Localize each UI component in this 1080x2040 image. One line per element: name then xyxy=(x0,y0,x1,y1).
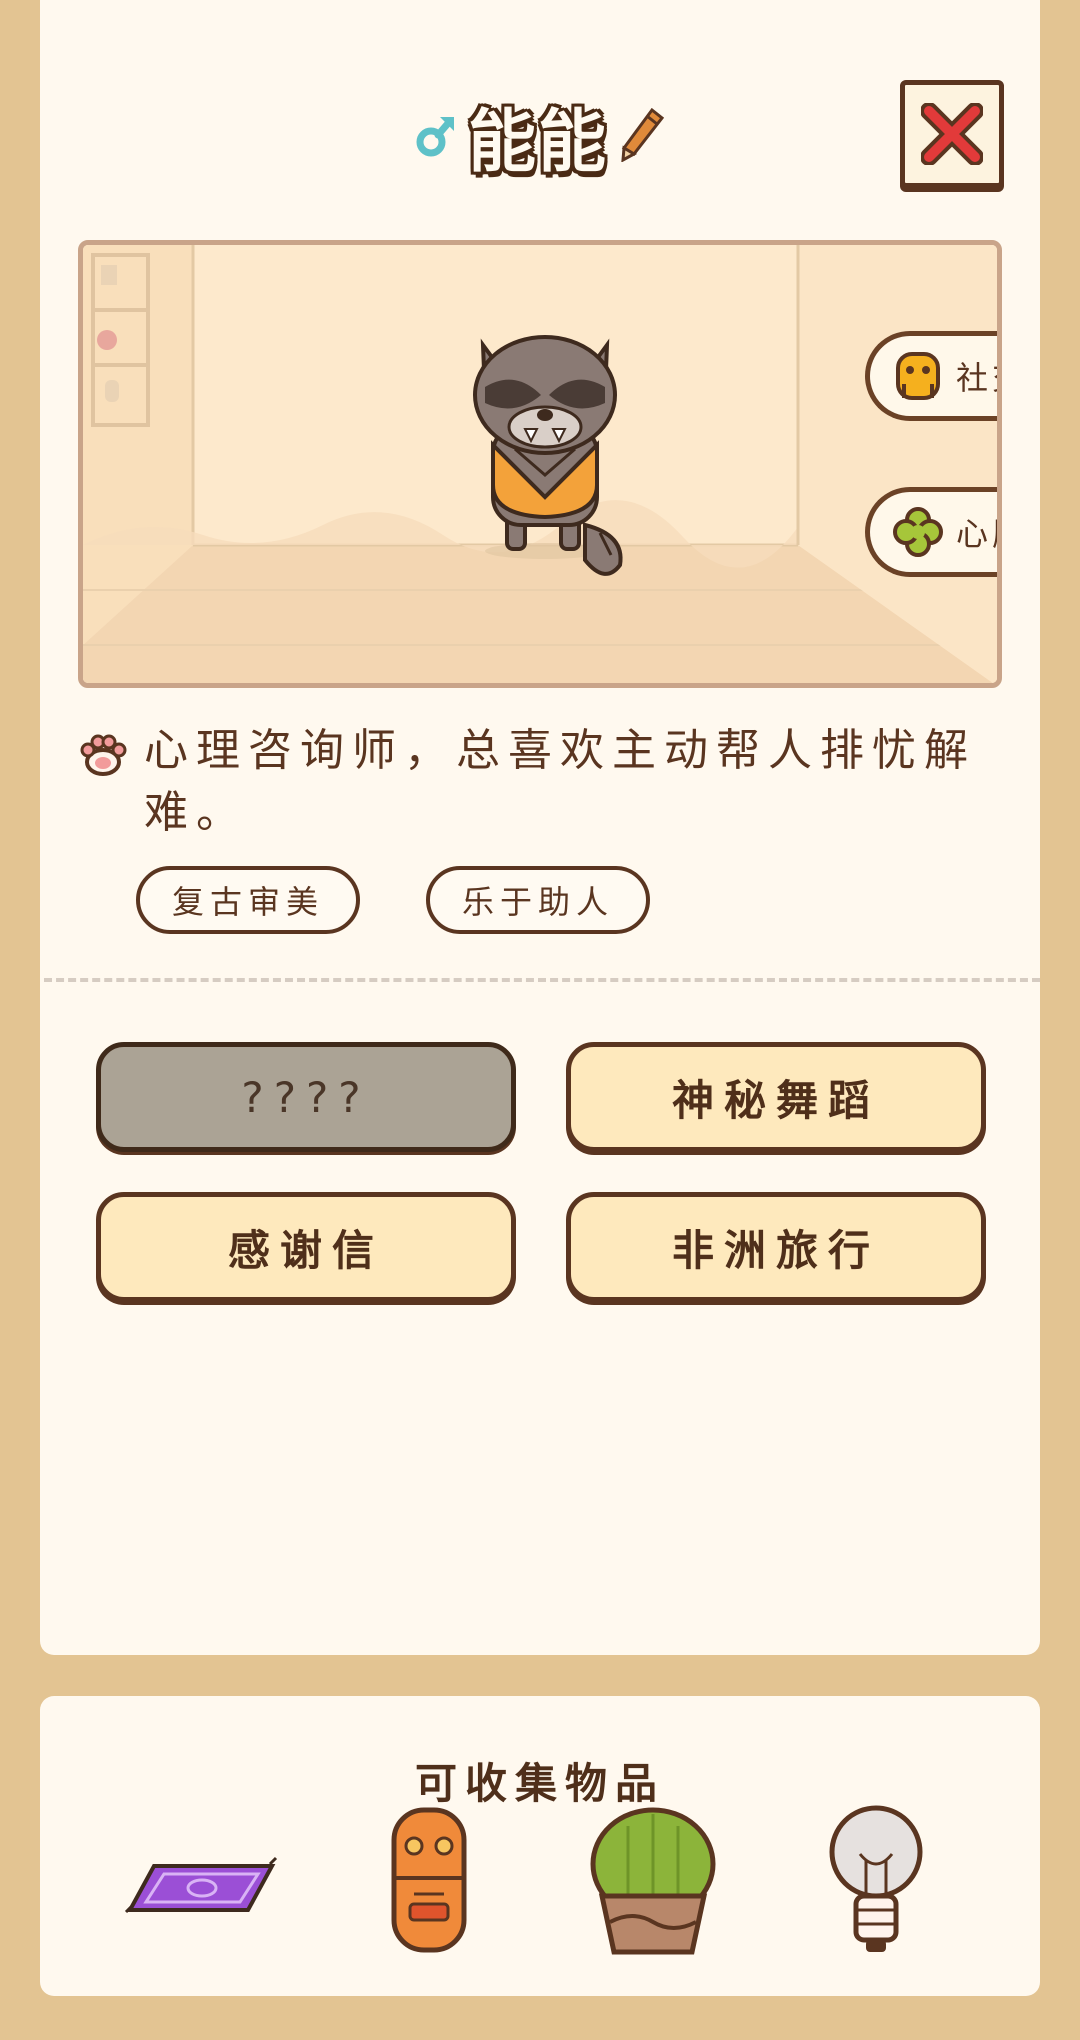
clover-wish-icon xyxy=(893,507,943,557)
pencil-icon[interactable] xyxy=(620,108,664,162)
action-button[interactable]: 神秘舞蹈 xyxy=(566,1042,986,1152)
collectibles-panel: 可收集物品 xyxy=(40,1696,1040,1996)
action-button[interactable]: 感谢信 xyxy=(96,1192,516,1302)
bio-text: 心理咨询师，总喜欢主动帮人排忧解难。 xyxy=(144,725,976,838)
male-symbol-icon xyxy=(416,117,454,157)
social-button[interactable]: 社交 xyxy=(865,331,997,421)
character-info-panel: 能能 社 心 心理咨询师，总喜欢主动帮人排忧解难。 复古审美 乐于助人 ????… xyxy=(40,0,1040,1655)
character-name: 能能 xyxy=(467,102,608,182)
character-bio: 心理咨询师，总喜欢主动帮人排忧解难。 xyxy=(78,720,1008,844)
lightbulb-icon[interactable] xyxy=(826,1804,926,1956)
potted-cactus-icon[interactable] xyxy=(588,1806,718,1956)
purple-rug-icon[interactable] xyxy=(124,1856,278,1920)
close-button[interactable] xyxy=(900,80,1004,188)
action-button[interactable]: 非洲旅行 xyxy=(566,1192,986,1302)
locked-action-button[interactable]: ???? xyxy=(96,1042,516,1152)
social-figure-icon xyxy=(896,352,940,400)
paw-icon xyxy=(80,734,127,776)
title-row: 能能 xyxy=(40,90,1040,182)
wish-button[interactable]: 心愿 xyxy=(865,487,997,577)
character-scene: 社交 心愿 xyxy=(78,240,1002,688)
tiki-totem-icon[interactable] xyxy=(386,1806,472,1956)
trait-tag: 复古审美 xyxy=(136,866,360,934)
wish-label: 心愿 xyxy=(956,515,997,553)
section-divider xyxy=(44,978,1040,982)
social-label: 社交 xyxy=(956,359,997,397)
trait-tag: 乐于助人 xyxy=(426,866,650,934)
room-background xyxy=(83,245,997,683)
collectibles-title: 可收集物品 xyxy=(414,1759,665,1808)
close-x-icon xyxy=(921,103,983,165)
